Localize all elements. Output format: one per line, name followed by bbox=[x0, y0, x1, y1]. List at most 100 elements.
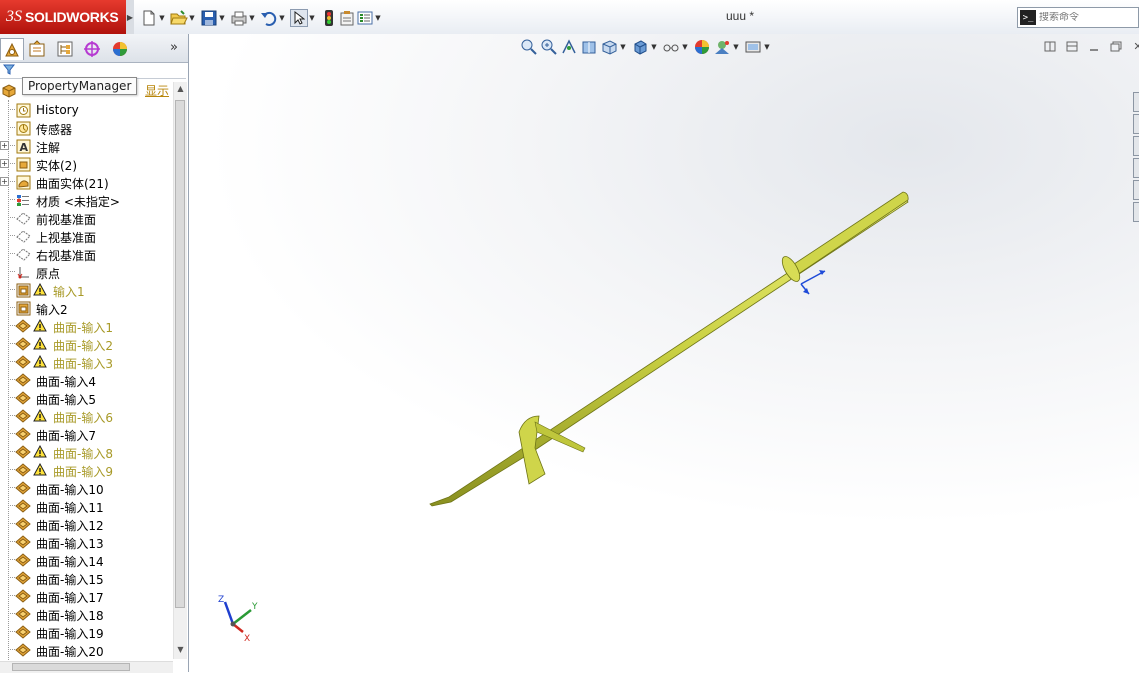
solidworks-logo[interactable]: 3S SOLIDWORKS bbox=[0, 0, 126, 34]
clipboard-icon[interactable] bbox=[338, 9, 356, 27]
search-input[interactable] bbox=[1039, 12, 1129, 23]
property-manager-tab-icon[interactable] bbox=[25, 38, 49, 60]
chevron-down-icon[interactable]: ▼ bbox=[218, 9, 226, 27]
zoom-fit-icon[interactable] bbox=[519, 38, 539, 56]
chevron-down-icon[interactable]: ▼ bbox=[158, 9, 166, 27]
tree-item-label: 曲面-输入18 bbox=[36, 609, 104, 623]
display-manager-tab-icon[interactable] bbox=[108, 38, 132, 60]
configuration-manager-tab-icon[interactable] bbox=[53, 38, 77, 60]
minimize-icon[interactable] bbox=[1083, 38, 1105, 54]
tree-item[interactable]: + 曲面实体(21) bbox=[0, 173, 173, 191]
view-settings-icon[interactable] bbox=[743, 38, 763, 56]
tree-item[interactable]: 曲面-输入13 bbox=[0, 533, 173, 551]
filter-icon[interactable] bbox=[2, 64, 16, 78]
menu-flyout-arrow-icon[interactable]: ▶ bbox=[126, 0, 134, 34]
task-pane-tab[interactable] bbox=[1133, 180, 1139, 200]
sword-model[interactable] bbox=[189, 34, 1139, 672]
tree-horizontal-scrollbar[interactable] bbox=[0, 661, 173, 673]
chevron-down-icon[interactable]: ▼ bbox=[308, 9, 316, 27]
chevron-down-icon[interactable]: ▼ bbox=[681, 43, 689, 51]
hide-show-icon[interactable] bbox=[661, 38, 681, 56]
dimxpert-manager-tab-icon[interactable] bbox=[80, 38, 104, 60]
task-pane-tab[interactable] bbox=[1133, 202, 1139, 222]
view-orientation-icon[interactable] bbox=[599, 38, 619, 56]
tile-vertical-icon[interactable] bbox=[1061, 38, 1083, 54]
tree-item[interactable]: 曲面-输入19 bbox=[0, 623, 173, 641]
print-icon[interactable] bbox=[230, 9, 248, 27]
tree-connector bbox=[8, 109, 15, 110]
tree-item[interactable]: 曲面-输入14 bbox=[0, 551, 173, 569]
chevron-down-icon[interactable]: ▼ bbox=[248, 9, 256, 27]
tree-item[interactable]: 曲面-输入7 bbox=[0, 425, 173, 443]
tree-item[interactable]: 曲面-输入1 bbox=[0, 317, 173, 335]
chevron-down-icon[interactable]: ▼ bbox=[188, 9, 196, 27]
tree-item[interactable]: + A 注解 bbox=[0, 137, 173, 155]
display-style-icon[interactable] bbox=[630, 38, 650, 56]
triad-z-axis bbox=[223, 601, 235, 625]
task-pane-tab[interactable] bbox=[1133, 114, 1139, 134]
open-folder-icon[interactable] bbox=[170, 9, 188, 27]
tree-item[interactable]: 材质 <未指定> bbox=[0, 191, 173, 209]
tree-item-label: 右视基准面 bbox=[36, 249, 97, 263]
chevron-down-icon[interactable]: ▼ bbox=[650, 43, 658, 51]
tree-item[interactable]: 曲面-输入3 bbox=[0, 353, 173, 371]
scene-icon[interactable] bbox=[712, 38, 732, 56]
cursor-icon[interactable] bbox=[290, 9, 308, 27]
tree-item[interactable]: 输入1 bbox=[0, 281, 173, 299]
tree-item[interactable]: 曲面-输入15 bbox=[0, 569, 173, 587]
tree-item[interactable]: 曲面-输入2 bbox=[0, 335, 173, 353]
chevron-down-icon[interactable]: ▼ bbox=[619, 43, 627, 51]
chevron-down-icon[interactable]: ▼ bbox=[278, 9, 286, 27]
tree-item-label: 上视基准面 bbox=[36, 231, 97, 245]
tree-item[interactable]: 上视基准面 bbox=[0, 227, 173, 245]
tree-item[interactable]: 曲面-输入11 bbox=[0, 497, 173, 515]
options-icon[interactable] bbox=[356, 9, 374, 27]
chevron-down-icon[interactable]: ▼ bbox=[763, 43, 771, 51]
restore-icon[interactable] bbox=[1105, 38, 1127, 54]
tree-item[interactable]: 前视基准面 bbox=[0, 209, 173, 227]
tile-horizontal-icon[interactable] bbox=[1039, 38, 1061, 54]
search-commands-box[interactable]: >_ bbox=[1017, 7, 1139, 28]
more-tabs-chevron-icon[interactable]: » bbox=[170, 40, 178, 55]
task-pane-tab[interactable] bbox=[1133, 92, 1139, 112]
tree-item[interactable]: 曲面-输入12 bbox=[0, 515, 173, 533]
chevron-down-icon[interactable]: ▼ bbox=[374, 9, 382, 27]
solid-body-icon bbox=[15, 156, 31, 172]
task-pane-tab[interactable] bbox=[1133, 158, 1139, 178]
tree-vertical-scrollbar[interactable]: ▲ ▼ bbox=[173, 82, 187, 659]
tree-item[interactable]: 原点 bbox=[0, 263, 173, 281]
show-display-link[interactable]: 显示 bbox=[145, 82, 169, 99]
scroll-up-icon[interactable]: ▲ bbox=[174, 84, 187, 96]
graphics-area[interactable]: ▼ ▼ ▼ ▼ ▼ ✕ Z Y X bbox=[189, 34, 1139, 672]
feature-manager-tab-icon[interactable] bbox=[0, 38, 24, 60]
task-pane-tab[interactable] bbox=[1133, 136, 1139, 156]
tree-item[interactable]: 曲面-输入6 bbox=[0, 407, 173, 425]
section-view-icon[interactable] bbox=[579, 38, 599, 56]
tree-item[interactable]: 曲面-输入5 bbox=[0, 389, 173, 407]
tree-item[interactable]: 曲面-输入9 bbox=[0, 461, 173, 479]
appearance-icon[interactable] bbox=[692, 38, 712, 56]
tree-item[interactable]: 右视基准面 bbox=[0, 245, 173, 263]
tree-item[interactable]: 传感器 bbox=[0, 119, 173, 137]
previous-view-icon[interactable] bbox=[559, 38, 579, 56]
tree-item[interactable]: 曲面-输入4 bbox=[0, 371, 173, 389]
tree-item[interactable]: 曲面-输入8 bbox=[0, 443, 173, 461]
tree-item[interactable]: 曲面-输入18 bbox=[0, 605, 173, 623]
chevron-down-icon[interactable]: ▼ bbox=[732, 43, 740, 51]
zoom-area-icon[interactable] bbox=[539, 38, 559, 56]
tree-item[interactable]: + 实体(2) bbox=[0, 155, 173, 173]
tree-item[interactable]: 输入2 bbox=[0, 299, 173, 317]
tree-item[interactable]: 曲面-输入10 bbox=[0, 479, 173, 497]
undo-icon[interactable] bbox=[260, 9, 278, 27]
tree-item[interactable]: History bbox=[0, 101, 173, 119]
save-icon[interactable] bbox=[200, 9, 218, 27]
new-doc-icon[interactable] bbox=[140, 9, 158, 27]
tree-item[interactable]: 曲面-输入17 bbox=[0, 587, 173, 605]
scrollbar-thumb[interactable] bbox=[175, 100, 185, 608]
close-icon[interactable]: ✕ bbox=[1127, 38, 1139, 54]
triad-y-label: Y bbox=[251, 602, 258, 612]
scrollbar-thumb[interactable] bbox=[12, 663, 130, 671]
tree-item[interactable]: 曲面-输入20 bbox=[0, 641, 173, 657]
traffic-light-icon[interactable] bbox=[320, 9, 338, 27]
scroll-down-icon[interactable]: ▼ bbox=[174, 645, 187, 657]
